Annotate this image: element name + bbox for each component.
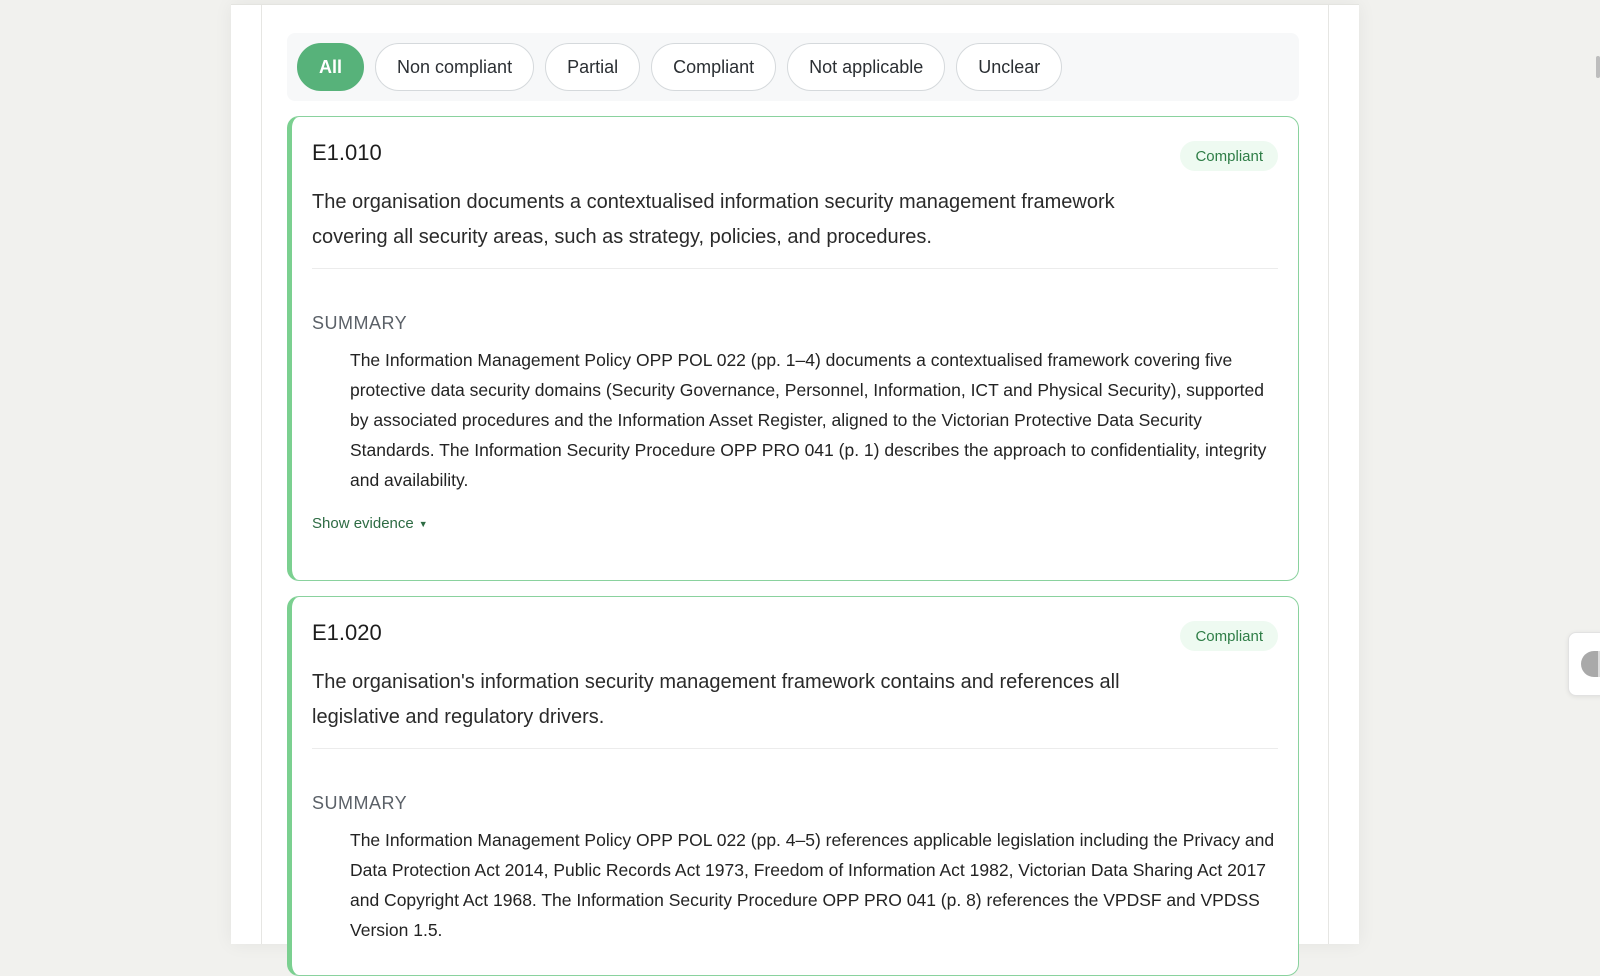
filter-chip-compliant[interactable]: Compliant	[651, 43, 777, 91]
filter-chip-unclear[interactable]: Unclear	[956, 43, 1063, 91]
show-evidence-toggle[interactable]: Show evidence ▼	[312, 515, 428, 532]
summary-heading: SUMMARY	[312, 313, 408, 333]
collapse-panel-icon	[1581, 651, 1600, 677]
summary-text: The Information Management Policy OPP PO…	[350, 350, 1267, 490]
summary-text: The Information Management Policy OPP PO…	[350, 830, 1275, 940]
status-badge: Compliant	[1180, 621, 1278, 651]
scrollbar-thumb[interactable]	[1596, 56, 1600, 78]
side-panel-toggle[interactable]	[1568, 632, 1600, 696]
requirement-id: E1.020	[312, 620, 382, 645]
requirement-id: E1.010	[312, 140, 382, 165]
filter-chip-not-applicable[interactable]: Not applicable	[787, 43, 946, 91]
filter-chip-non-compliant[interactable]: Non compliant	[375, 43, 535, 91]
filter-chip-all[interactable]: All	[297, 43, 365, 91]
card-divider	[312, 268, 1278, 269]
requirement-card: E1.020 Compliant The organisation's info…	[287, 596, 1299, 976]
panel-rule-right	[1328, 5, 1329, 944]
panel-rule-left	[261, 5, 262, 944]
status-badge: Compliant	[1180, 141, 1278, 171]
status-filter-bar: All Non compliant Partial Compliant Not …	[287, 33, 1299, 101]
caret-down-icon: ▼	[418, 519, 428, 530]
requirement-text: The organisation's information security …	[312, 671, 1120, 728]
main-panel: All Non compliant Partial Compliant Not …	[231, 4, 1359, 976]
filter-chip-partial[interactable]: Partial	[545, 43, 641, 91]
show-evidence-label: Show evidence	[312, 515, 414, 532]
summary-heading: SUMMARY	[312, 793, 408, 813]
requirement-card: E1.010 Compliant The organisation docume…	[287, 116, 1299, 581]
card-divider	[312, 748, 1278, 749]
requirement-text: The organisation documents a contextuali…	[312, 191, 1115, 248]
